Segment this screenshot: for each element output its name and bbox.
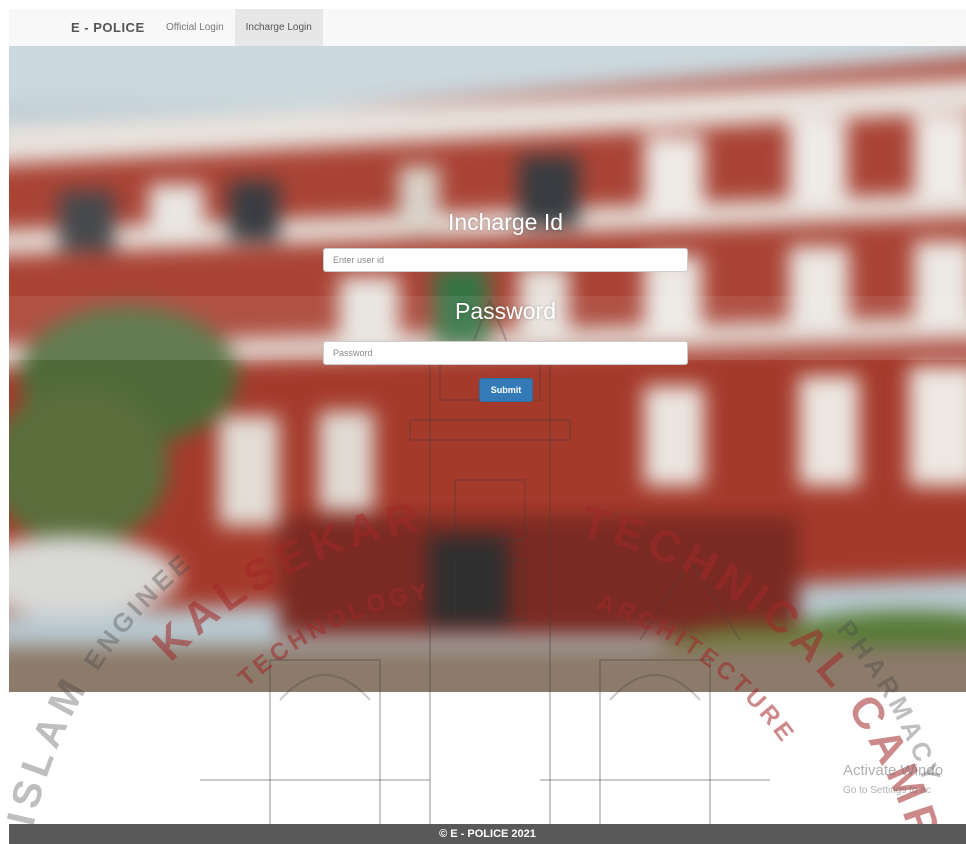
user-id-input[interactable]: [323, 248, 688, 272]
nav-incharge-login[interactable]: Incharge Login: [234, 9, 323, 46]
submit-button[interactable]: Submit: [479, 378, 533, 402]
brand-logo[interactable]: E - POLICE: [71, 9, 155, 46]
footer-copyright: © E - POLICE 2021: [439, 828, 536, 840]
footer: © E - POLICE 2021: [9, 824, 966, 844]
activate-windows-subtitle: Go to Settings to ac: [843, 785, 931, 796]
nav-official-login[interactable]: Official Login: [155, 9, 235, 46]
password-label: Password: [455, 298, 556, 324]
navbar: E - POLICE Official Login Incharge Login: [9, 9, 966, 47]
activate-windows-title: Activate Windo: [843, 762, 944, 779]
incharge-id-label: Incharge Id: [447, 209, 564, 235]
password-input[interactable]: [323, 341, 688, 365]
background-photo: [9, 46, 966, 692]
